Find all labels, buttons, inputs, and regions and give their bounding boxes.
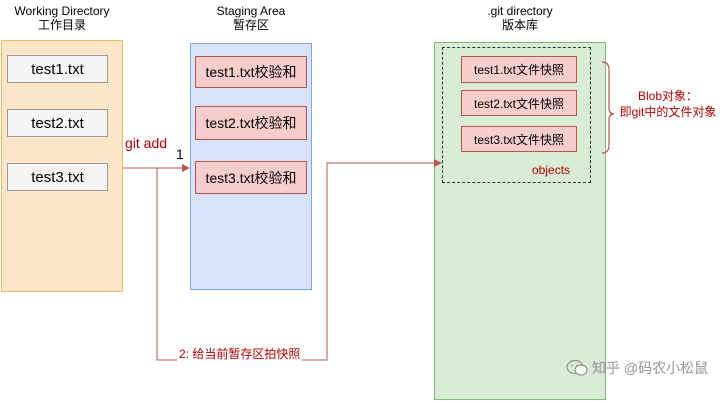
step1-label: 1 [176, 146, 184, 162]
blob-note: Blob对象： 即git中的文件对象 [616, 88, 720, 120]
connector-lines [123, 61, 615, 361]
blob-brace [601, 61, 615, 154]
step2-label: 2: 给当前暂存区拍快照 [177, 345, 303, 362]
git-add-label: git add [125, 135, 168, 151]
snapshot-arrow [156, 159, 442, 361]
blob-note-line2: 即git中的文件对象 [619, 105, 717, 119]
watermark-text: 知乎 @码农小松鼠 [592, 360, 709, 376]
wechat-icon [566, 359, 588, 376]
watermark: 知乎 @码农小松鼠 [566, 358, 708, 378]
blob-note-line1: Blob对象： [637, 89, 699, 103]
